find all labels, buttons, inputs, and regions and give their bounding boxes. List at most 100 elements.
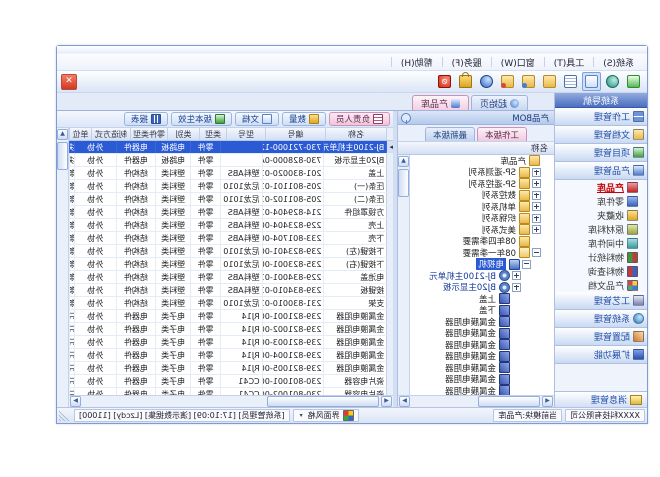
sidebar-item[interactable]: 工作管理: [555, 108, 647, 126]
sidebar-item[interactable]: 文档管理: [555, 126, 647, 144]
table-row[interactable]: 压条(一) 205-801101-011 尼龙1010 零件 塑料类 结构件 外…: [69, 180, 393, 193]
tree-item[interactable]: 金属膜电阻器: [410, 316, 554, 328]
tree-item[interactable]: 金属膜电阻器: [410, 351, 554, 363]
tree-vertical-scrollbar[interactable]: ▲: [398, 155, 410, 395]
toolbar-button[interactable]: [498, 72, 517, 91]
tree-expander-icon[interactable]: [532, 214, 541, 223]
scroll-right-icon[interactable]: ▶: [399, 396, 410, 407]
menu-item[interactable]: 服务(F): [445, 55, 489, 70]
sidebar-item[interactable]: 中间件库: [555, 236, 647, 250]
scroll-left-icon[interactable]: ◀: [542, 396, 553, 407]
scroll-thumb[interactable]: [478, 396, 540, 407]
table-row[interactable]: 金属膜电阻器 239-821002-001 RJ14 零件 电子类 电器件 外协: [69, 323, 393, 336]
version-tab[interactable]: 最新版本: [425, 127, 475, 141]
table-row[interactable]: 瓷片电容器 230-801001-001 CC41 零件 电子类 电器件 外协: [69, 375, 393, 388]
table-row[interactable]: 下壳 233-801704-001 塑料ABS 零件 塑料类 结构件 外协: [69, 232, 393, 245]
view-button[interactable]: 报表: [124, 112, 168, 126]
tree-item[interactable]: SP-遥测系列: [410, 167, 554, 179]
sidebar-item[interactable]: 项目管理: [555, 144, 647, 162]
column-header[interactable]: 单位: [69, 128, 91, 140]
resize-grip[interactable]: [59, 411, 69, 421]
column-header[interactable]: 类别: [167, 128, 199, 140]
pin-icon[interactable]: [401, 113, 411, 123]
scroll-thumb[interactable]: [57, 142, 68, 170]
tree-expander-icon[interactable]: [512, 271, 521, 280]
table-row[interactable]: BJ20主显示板 730-828000-0A1 零件 电路板 电器件 外协: [69, 154, 393, 167]
column-header[interactable]: 零件类型: [130, 128, 167, 140]
sidebar-item[interactable]: 产品管理: [555, 162, 647, 180]
table-row[interactable]: 上盖 201-830020-011 塑料ABS 零件 塑料类 结构件 外协: [69, 167, 393, 180]
tree-expander-icon[interactable]: [532, 168, 541, 177]
tree-item[interactable]: 08年一季需要: [410, 247, 554, 259]
tree-item[interactable]: 金属膜电阻器: [410, 328, 554, 340]
toolbar-button[interactable]: [477, 72, 496, 91]
view-button[interactable]: 文档: [235, 112, 279, 126]
table-row[interactable]: BJ-2100主机单元 730-721000-123 零件 电路板 电器件 外协: [69, 141, 393, 154]
toolbar-button[interactable]: [624, 72, 643, 91]
sidebar-item[interactable]: 产品文档: [555, 278, 647, 292]
sidebar-bottom-tab[interactable]: 消息管理: [555, 391, 647, 407]
sidebar-item[interactable]: 工艺管理: [555, 292, 647, 310]
tree-item[interactable]: BJ20主显示板: [410, 282, 554, 294]
sidebar-item[interactable]: 收藏夹: [555, 208, 647, 222]
tree-item[interactable]: 上盖: [410, 293, 554, 305]
sidebar-item[interactable]: 配置管理: [555, 328, 647, 346]
sidebar-item[interactable]: 零件库: [555, 194, 647, 208]
column-header[interactable]: 制造方式: [91, 128, 130, 140]
tree-expander-icon[interactable]: [512, 283, 521, 292]
view-button[interactable]: 负责人员: [329, 112, 390, 126]
menu-item[interactable]: 工具(T): [547, 55, 592, 70]
version-tab[interactable]: 工作版本: [477, 127, 527, 141]
table-row[interactable]: 下按键(右) 235-823001-001 尼龙1010 零件 塑料类 结构件 …: [69, 258, 393, 271]
table-row[interactable]: 支架 231-830010-011 尼龙1010 零件 塑料类 结构件 外协: [69, 297, 393, 310]
table-row[interactable]: 下按键(左) 239-823401-001 尼龙1010 零件 塑料类 结构件 …: [69, 245, 393, 258]
tree-expander-icon[interactable]: [532, 202, 541, 211]
toolbar-button[interactable]: [519, 72, 538, 91]
menu-item[interactable]: 系统(S): [596, 55, 641, 70]
table-row[interactable]: 上壳 229-823404-001 塑料ABS 零件 塑料类 结构件 外协: [69, 219, 393, 232]
tree-item[interactable]: 产品库: [410, 155, 554, 167]
ui-style-selector[interactable]: 界面风格 ▾: [293, 409, 359, 422]
sidebar-item[interactable]: 系统管理: [555, 310, 647, 328]
table-row[interactable]: 金属膜电阻器 239-821005-001 RJ14 零件 电子类 电器件 外协: [69, 362, 393, 375]
scroll-up-icon[interactable]: ▲: [398, 156, 409, 167]
tree-expander-icon[interactable]: [532, 191, 541, 200]
menu-item[interactable]: 窗口(W): [494, 55, 542, 70]
scroll-up-icon[interactable]: ▲: [57, 129, 68, 140]
tree-item[interactable]: BJ-2100主机单元: [410, 270, 554, 282]
scroll-left-icon[interactable]: ◀: [381, 396, 392, 407]
document-tab[interactable]: 产品库: [412, 95, 469, 110]
table-row[interactable]: 瓷片电容器 230-801002-001 CC41 零件 电子类 电器件 外协: [69, 388, 393, 395]
tree-item[interactable]: 金属膜电阻器: [410, 339, 554, 351]
tree-column-header[interactable]: 名称: [398, 142, 554, 155]
toolbar-button[interactable]: [540, 72, 559, 91]
table-row[interactable]: 方镜罩组件 214-829404-011 塑料ABS 零件 塑料类 结构件 外协: [69, 206, 393, 219]
table-horizontal-scrollbar[interactable]: ◀ ▶: [69, 395, 393, 407]
menu-item[interactable]: 帮助(H): [394, 55, 440, 70]
column-header[interactable]: 名称: [325, 128, 386, 140]
view-button[interactable]: 数量: [282, 112, 326, 126]
view-button[interactable]: 版本生效: [171, 112, 232, 126]
table-row[interactable]: 压条(二) 205-801102-011 尼龙1010 零件 塑料类 结构件 外…: [69, 193, 393, 206]
tree-item[interactable]: 单机系列: [410, 201, 554, 213]
tree-item[interactable]: SP-遥控系列: [410, 178, 554, 190]
table-row[interactable]: 电池盖 229-834001-011 塑料ABS 零件 塑料类 结构件 外协: [69, 271, 393, 284]
sidebar-item[interactable]: 扩展功能: [555, 346, 647, 364]
sidebar-item[interactable]: 原材料库: [555, 222, 647, 236]
tree-item[interactable]: 织锦系列: [410, 213, 554, 225]
table-row[interactable]: 金属膜电阻器 239-821001-001 RJ14 零件 电子类 电器件 外协: [69, 310, 393, 323]
tree-item[interactable]: 08年四季需要: [410, 236, 554, 248]
close-icon[interactable]: ✕: [61, 74, 77, 90]
table-vertical-scrollbar[interactable]: ▲: [57, 128, 69, 407]
tree-item[interactable]: 下盖: [410, 305, 554, 317]
tree-item[interactable]: 金属膜电阻器: [410, 385, 554, 395]
tree-item[interactable]: 金属膜电阻器: [410, 374, 554, 386]
toolbar-button[interactable]: [561, 72, 580, 91]
tree-item[interactable]: 电视机: [410, 259, 554, 271]
scroll-thumb[interactable]: [267, 396, 379, 407]
table-row[interactable]: 按键板 239-834010-011 塑料ABS 零件 塑料类 结构件 外协: [69, 284, 393, 297]
tree-expander-icon[interactable]: [532, 225, 541, 234]
table-row[interactable]: 金属膜电阻器 239-821004-001 RJ14 零件 电子类 电器件 外协: [69, 349, 393, 362]
scroll-right-icon[interactable]: ▶: [70, 396, 81, 407]
panel-splitter[interactable]: [393, 111, 397, 407]
